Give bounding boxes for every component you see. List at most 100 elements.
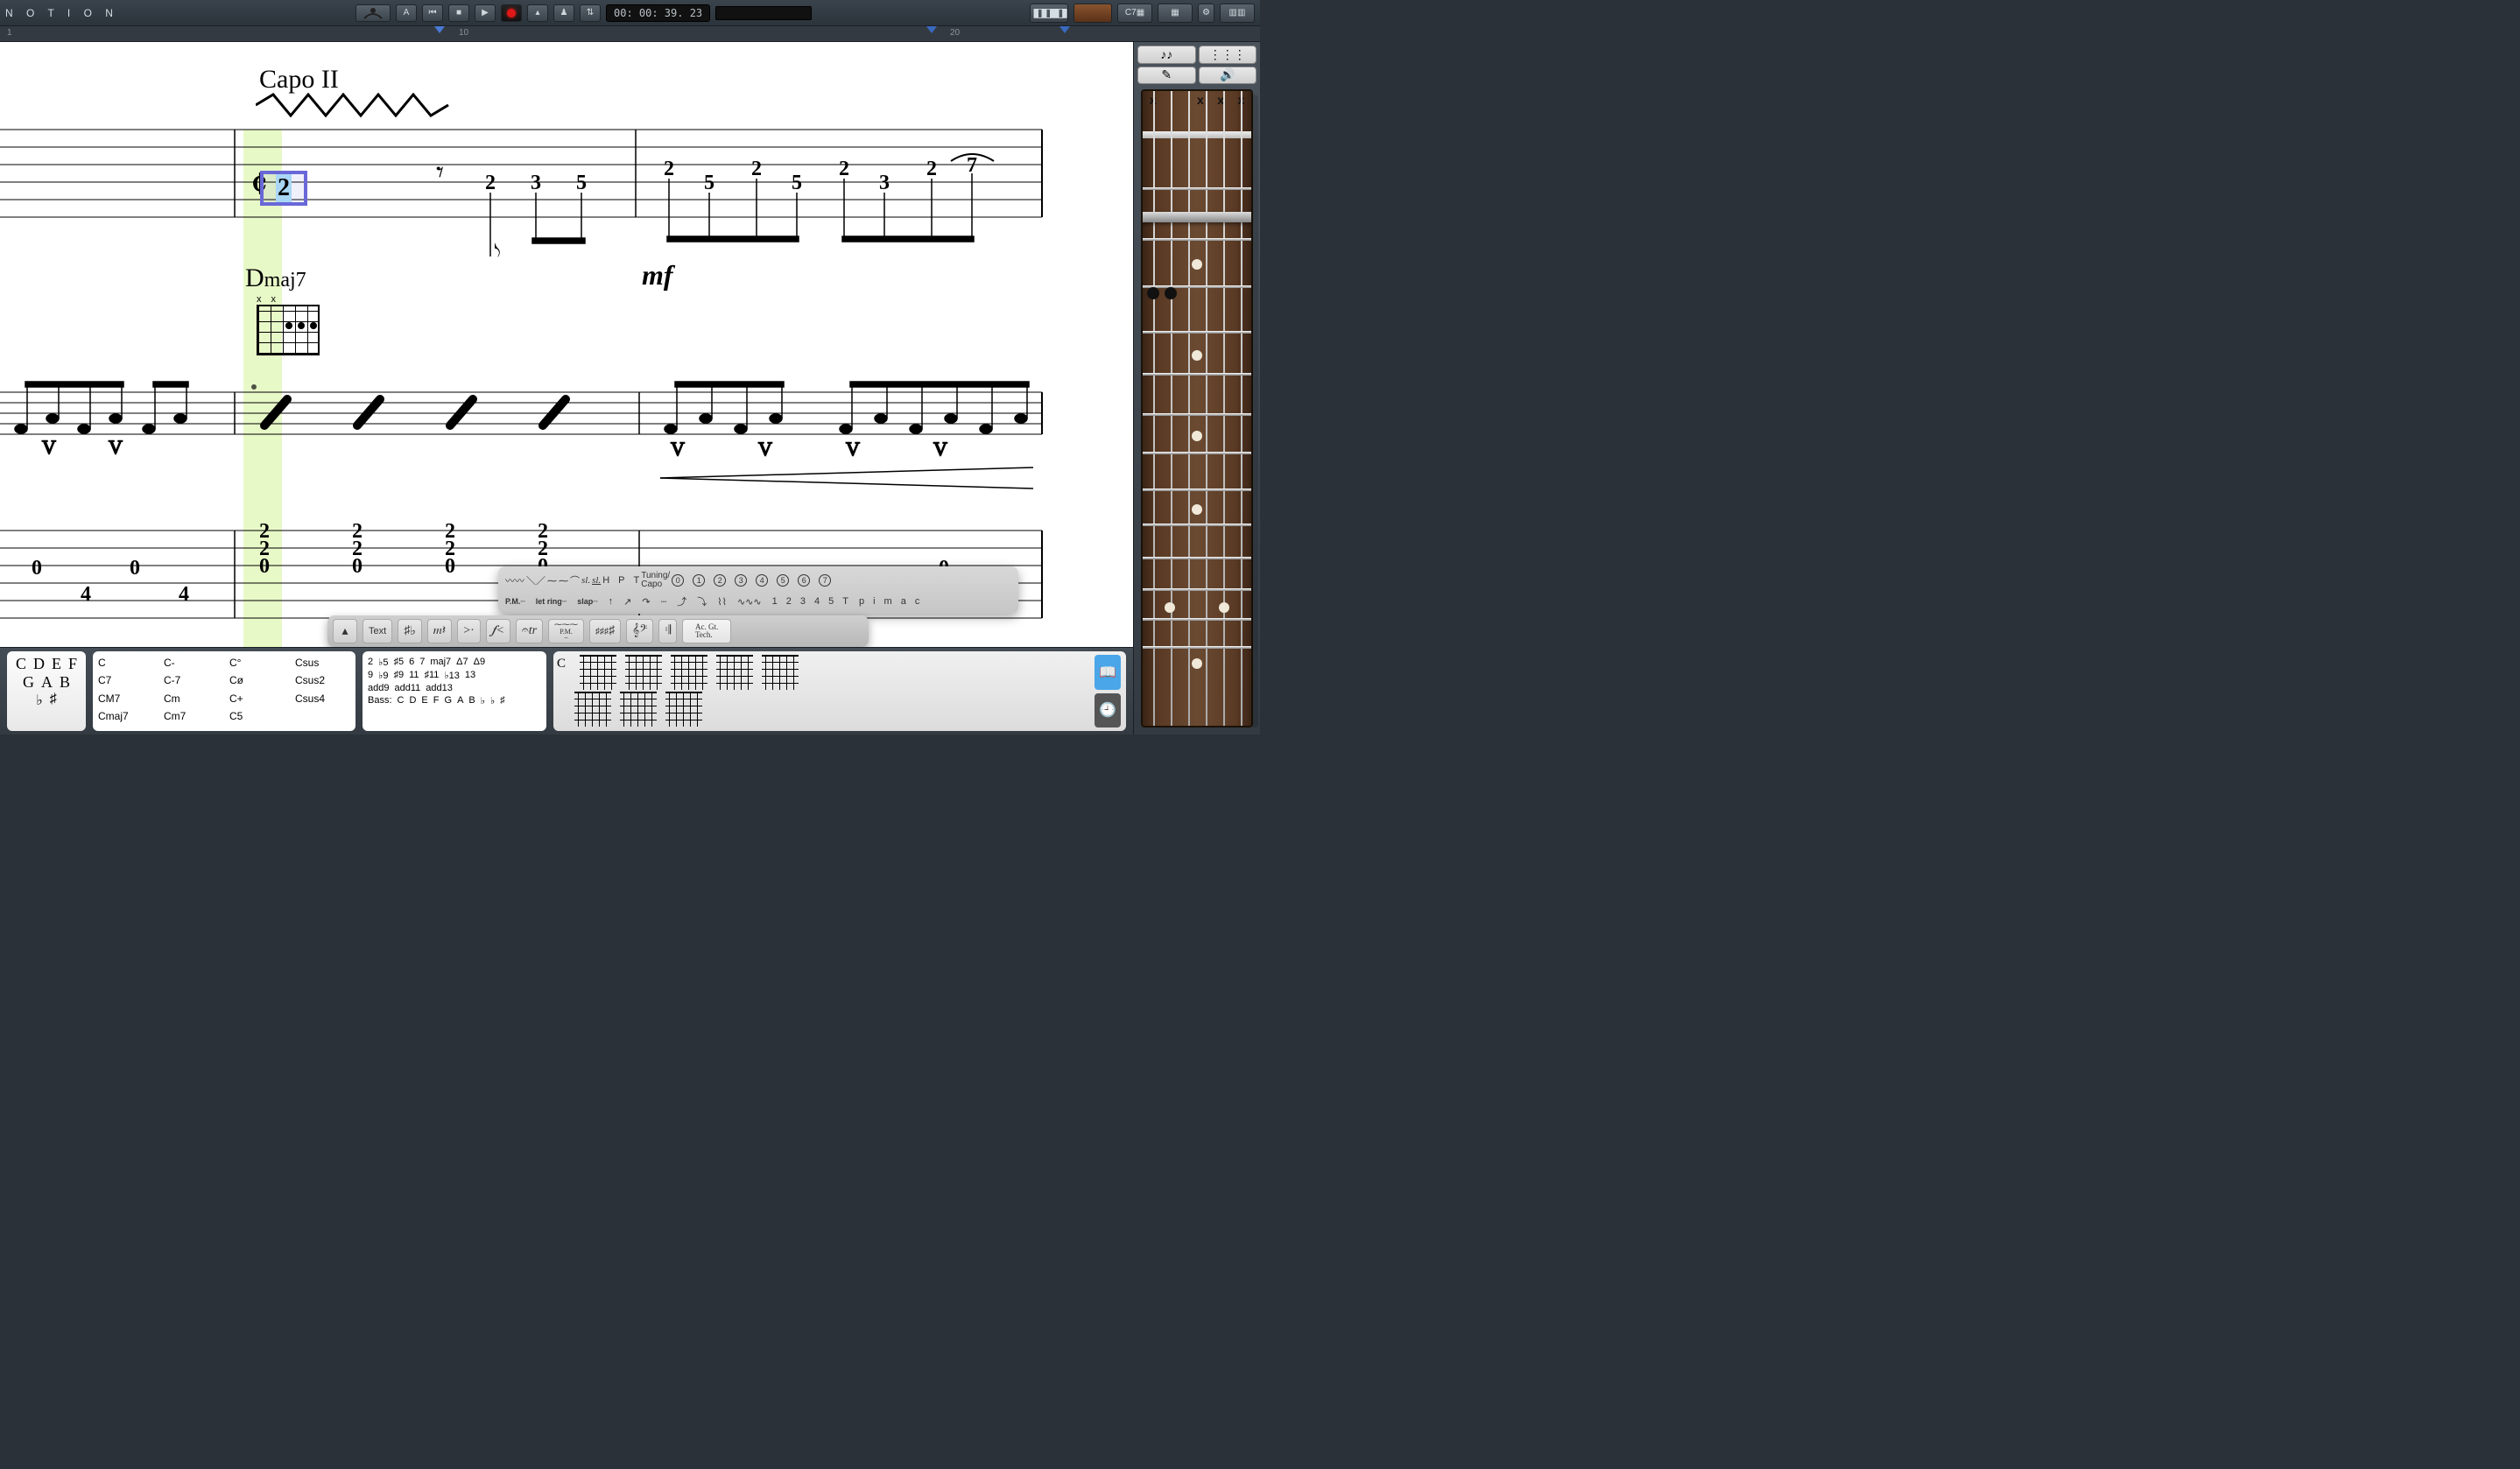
vibrato-wide-icon[interactable]: ∿∿∿ bbox=[737, 596, 762, 608]
app-title: N O T I O N bbox=[5, 7, 180, 19]
fretboard-scrollbar[interactable] bbox=[1251, 95, 1258, 727]
duration-group[interactable]: 𝆐 𝄽 bbox=[427, 619, 452, 643]
mixer-button[interactable]: ▥▥ bbox=[1220, 4, 1255, 23]
slide-up-button[interactable]: sl. bbox=[581, 575, 590, 586]
chord-extension-list[interactable]: 2 ♭5 ♯5 6 7 maj7 Δ7 Δ9 9 ♭9 ♯9 11 ♯11 ♭1… bbox=[363, 651, 546, 731]
fretboard[interactable]: x x x x bbox=[1141, 89, 1253, 727]
hammer-button[interactable]: H bbox=[602, 575, 609, 586]
diagram-option[interactable] bbox=[620, 692, 657, 727]
bend-down-icon[interactable]: ＼／ bbox=[526, 573, 546, 587]
slur-up-icon[interactable]: ⁓ bbox=[547, 575, 557, 587]
arrow-upright-icon[interactable]: ↗ bbox=[623, 596, 631, 608]
diagram-option[interactable] bbox=[580, 655, 616, 690]
tuning-capo-button[interactable]: Tuning/Capo bbox=[641, 572, 670, 589]
diagram-option[interactable] bbox=[671, 655, 707, 690]
slide-down-button[interactable]: sl. bbox=[592, 575, 601, 586]
arrow-curve-icon[interactable]: ↷ bbox=[642, 596, 650, 608]
capo-marking[interactable]: Capo II bbox=[259, 65, 339, 95]
arc-icon[interactable]: ⌒ bbox=[570, 573, 580, 587]
capo-bar[interactable] bbox=[1141, 212, 1253, 222]
diagram-option[interactable] bbox=[625, 655, 662, 690]
record-button[interactable] bbox=[501, 4, 522, 22]
clock-icon: 🕘 bbox=[1099, 701, 1116, 719]
audio-button[interactable]: 🔊 bbox=[1199, 67, 1257, 85]
bend-curve1-icon[interactable]: ⤴ bbox=[677, 594, 686, 608]
bend-curve2-icon[interactable]: ⤵ bbox=[697, 594, 707, 608]
fret-hand-buttons: 1 2 3 4 5 T bbox=[772, 596, 848, 607]
chord-quality-list[interactable]: C C- C° Csus C7 C-7 Cø Csus2 CM7 Cm C+ C… bbox=[93, 651, 355, 731]
score-canvas[interactable]: Capo II 2 𝄵 𝄾 2 3 5 bbox=[0, 42, 1133, 647]
accidentals-group[interactable]: ♯♭ bbox=[398, 619, 422, 643]
piano-view-button[interactable]: ▮▯▮▯▮▮▯▮ bbox=[1030, 4, 1068, 23]
edit-mode-button[interactable]: ✎ bbox=[1137, 67, 1196, 85]
guitar-view-button[interactable] bbox=[1073, 4, 1112, 23]
diagram-option[interactable] bbox=[762, 655, 799, 690]
ruler-measure-20: 20 bbox=[950, 28, 960, 38]
conductor-button[interactable] bbox=[355, 4, 391, 22]
chord-mode-button[interactable]: ⋮⋮⋮ bbox=[1199, 46, 1257, 64]
selected-note[interactable]: 2 bbox=[260, 171, 307, 206]
articulation-group[interactable]: > · bbox=[457, 619, 481, 643]
chord-display-button[interactable]: C7 ▦ bbox=[1117, 4, 1152, 23]
tempo-tap-button[interactable]: ♟ bbox=[553, 4, 574, 22]
slap-button[interactable]: slap┄ bbox=[577, 597, 597, 607]
svg-text:2: 2 bbox=[751, 158, 762, 180]
ruler-playhead-start[interactable] bbox=[434, 26, 445, 41]
fretboard-grid-button[interactable]: ▦ bbox=[1158, 4, 1193, 23]
ruler-loop-end[interactable] bbox=[1059, 26, 1070, 41]
diagram-option[interactable] bbox=[665, 692, 702, 727]
diagram-option[interactable] bbox=[716, 655, 753, 690]
acoustic-guitar-tech-button[interactable]: Ac. Gt.Tech. bbox=[682, 619, 731, 643]
count-in-button[interactable]: A bbox=[396, 4, 417, 22]
right-toolbar: ▮▯▮▯▮▮▯▮ C7 ▦ ▦ ⚙ ▥▥ bbox=[1030, 4, 1255, 23]
rewind-button[interactable]: ⏮ bbox=[422, 4, 443, 22]
wavy-icon[interactable]: 〰〰 bbox=[505, 573, 524, 587]
ruler-measure-10: 10 bbox=[459, 28, 468, 38]
fretted-note[interactable] bbox=[1165, 287, 1177, 299]
chord-library-button[interactable]: 📖 bbox=[1095, 655, 1121, 690]
chord-diagram[interactable]: x x bbox=[257, 294, 320, 355]
palm-mute-button[interactable]: P.M.┄ bbox=[505, 597, 525, 607]
updown-button[interactable]: ⇅ bbox=[580, 4, 601, 22]
main-palette[interactable]: ▴ Text ♯♭ 𝆐 𝄽 > · 𝆑 < 𝄐 tr ⁓⁓⁓P.M.┄ ♯♯♯♯… bbox=[327, 615, 869, 647]
clefs-group[interactable]: 𝄞𝄢 bbox=[626, 619, 653, 643]
transport-controls: A ⏮ ■ ▶ ▴ ♟ ⇅ 00: 00: 39. 23 bbox=[355, 4, 812, 22]
arrow-up-icon[interactable]: ↑ bbox=[609, 596, 614, 607]
chord-symbol[interactable]: Dmaj7Dmaj7 bbox=[245, 264, 306, 293]
timecode-display: 00: 00: 39. 23 bbox=[606, 4, 710, 22]
book-icon: 📖 bbox=[1099, 664, 1116, 681]
chord-diagram-tray[interactable]: C 📖 🕘 bbox=[553, 651, 1126, 731]
tremolo-icon[interactable]: ⌇⌇ bbox=[717, 596, 727, 608]
tap-button[interactable]: T bbox=[633, 575, 639, 586]
settings-button[interactable]: ⚙ bbox=[1198, 4, 1214, 23]
dynamic-marking[interactable]: mf bbox=[642, 259, 673, 292]
svg-text:0: 0 bbox=[352, 555, 363, 578]
slur-down-icon[interactable]: ⁓ bbox=[559, 575, 568, 587]
timeline-ruler[interactable]: 1 10 20 bbox=[0, 26, 1260, 42]
text-tool[interactable]: Text bbox=[363, 619, 392, 643]
chord-recent-button[interactable]: 🕘 bbox=[1095, 693, 1121, 728]
svg-text:0: 0 bbox=[130, 557, 140, 580]
guitar-tech-palette[interactable]: 〰〰 ＼／ ⁓ ⁓ ⌒ sl. sl. H P T Tuning/Capo 0 … bbox=[498, 566, 1018, 614]
metronome-button[interactable]: ▴ bbox=[527, 4, 548, 22]
cursor-tool[interactable]: ▴ bbox=[333, 619, 357, 643]
let-ring-button[interactable]: let ring┄ bbox=[536, 597, 567, 607]
play-button[interactable]: ▶ bbox=[475, 4, 496, 22]
speaker-icon: 🔊 bbox=[1220, 67, 1235, 82]
notes-mode-button[interactable]: ♪♪ bbox=[1137, 46, 1196, 64]
svg-text:0: 0 bbox=[445, 555, 455, 578]
keysig-group[interactable]: ♯♯♯♯ bbox=[589, 619, 621, 643]
dynamics-group[interactable]: 𝆑 < bbox=[486, 619, 510, 643]
ornaments-group[interactable]: 𝄐 tr bbox=[516, 619, 543, 643]
fretboard-toolbar: ♪♪ ⋮⋮⋮ ✎ 🔊 bbox=[1134, 42, 1260, 88]
tremolo-group[interactable]: ⁓⁓⁓P.M.┄ bbox=[548, 619, 584, 643]
stop-button[interactable]: ■ bbox=[448, 4, 469, 22]
diagram-option[interactable] bbox=[574, 692, 611, 727]
svg-text:0: 0 bbox=[32, 557, 42, 580]
fretted-note[interactable] bbox=[1147, 287, 1159, 299]
repeat-group[interactable]: 𝄇 bbox=[658, 619, 677, 643]
ruler-loop-start[interactable] bbox=[926, 26, 937, 41]
root-note-picker[interactable]: C D E F G A B ♭ ♯ bbox=[7, 651, 86, 731]
dashes-icon[interactable]: ┄ bbox=[661, 596, 667, 608]
pulloff-button[interactable]: P bbox=[618, 575, 624, 586]
